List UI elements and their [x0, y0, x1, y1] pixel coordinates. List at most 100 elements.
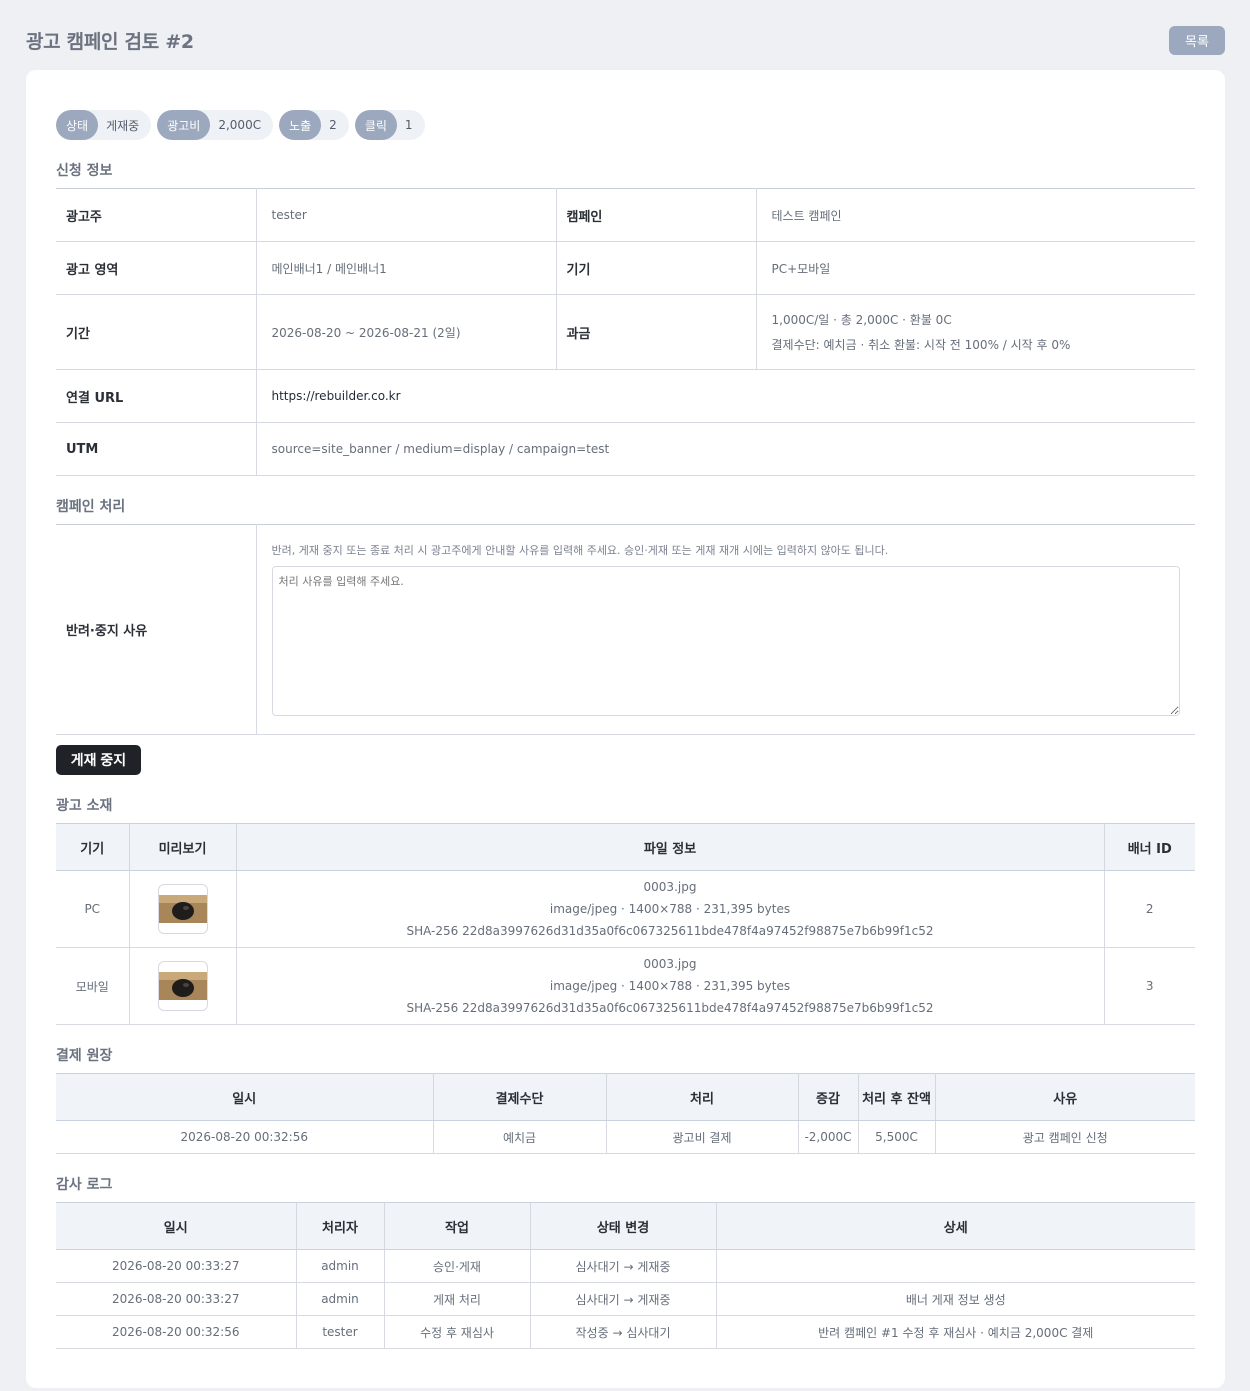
- review-card: 상태 게재중 광고비 2,000C 노출 2 클릭 1 신청 정보 광고주 te…: [26, 70, 1225, 1388]
- status-change-cell: 작성중 → 심사대기: [530, 1315, 717, 1349]
- badge-key: 광고비: [157, 110, 211, 140]
- billing-line: 1,000C/일 · 총 2,000C · 환불 0C: [771, 313, 952, 327]
- audit-section-title: 감사 로그: [56, 1177, 113, 1193]
- file-hash: SHA-256 22d8a3997626d31d35a0f6c067325611…: [406, 924, 934, 938]
- reason-hint: 반려, 게재 중지 또는 종료 처리 시 광고주에게 안내할 사유를 입력해 주…: [271, 544, 889, 557]
- reason-textarea[interactable]: [271, 566, 1180, 716]
- badge-value: 2,000C: [218, 118, 262, 132]
- file-meta: image/jpeg · 1400×788 · 231,395 bytes: [549, 979, 791, 993]
- reason-row: 반려·중지 사유 반려, 게재 중지 또는 종료 처리 시 광고주에게 안내할 …: [56, 524, 1195, 735]
- banner-id-cell: 3: [1104, 947, 1195, 1025]
- column-header: 처리 후 잔액: [858, 1073, 936, 1121]
- column-header: 파일 정보: [236, 823, 1105, 871]
- reason-cell: 반려, 게재 중지 또는 종료 처리 시 광고주에게 안내할 사유를 입력해 주…: [256, 524, 1195, 735]
- table-row: 2026-08-20 00:32:56 tester 수정 후 재심사 작성중 …: [56, 1315, 1195, 1349]
- utm-label: UTM: [56, 422, 257, 476]
- balance-cell: 5,500C: [858, 1120, 936, 1154]
- column-header: 처리: [606, 1073, 799, 1121]
- column-header: 상세: [716, 1202, 1195, 1250]
- device-cell: PC: [56, 870, 130, 948]
- audit-log-table: 일시 처리자 작업 상태 변경 상세 2026-08-20 00:33:27 a…: [56, 1202, 1195, 1349]
- column-header: 미리보기: [129, 823, 237, 871]
- campaign-label: 캠페인: [556, 188, 757, 242]
- advertiser-value: tester: [256, 188, 557, 242]
- device-cell: 모바일: [56, 947, 130, 1025]
- date-cell: 2026-08-20 00:33:27: [56, 1282, 297, 1316]
- preview-cell: [129, 870, 237, 948]
- url-label: 연결 URL: [56, 369, 257, 423]
- detail-cell: 배너 게재 정보 생성: [716, 1282, 1195, 1316]
- status-change-cell: 심사대기 → 게재중: [530, 1282, 717, 1316]
- preview-thumbnail[interactable]: [157, 961, 208, 1011]
- campaign-value: 테스트 캠페인: [756, 188, 1195, 242]
- status-badge: 상태 게재중: [56, 110, 152, 140]
- column-header: 처리자: [296, 1202, 385, 1250]
- url-link[interactable]: https://rebuilder.co.kr: [256, 369, 1195, 423]
- date-cell: 2026-08-20 00:32:56: [56, 1315, 297, 1349]
- actor-cell: admin: [296, 1282, 385, 1316]
- table-header: 기기 미리보기 파일 정보 배너 ID: [56, 823, 1195, 871]
- image-thumbnail-icon: [158, 972, 207, 1000]
- info-row: UTM source=site_banner / medium=display …: [56, 422, 1195, 476]
- column-header: 사유: [935, 1073, 1195, 1121]
- device-value: PC+모바일: [756, 241, 1195, 295]
- column-header: 작업: [384, 1202, 531, 1250]
- processing-section-title: 캠페인 처리: [56, 499, 126, 515]
- table-row: 2026-08-20 00:33:27 admin 승인·게재 심사대기 → 게…: [56, 1249, 1195, 1283]
- badge-value: 게재중: [106, 118, 140, 133]
- column-header: 증감: [798, 1073, 859, 1121]
- column-header: 상태 변경: [530, 1202, 717, 1250]
- image-thumbnail-icon: [158, 895, 207, 923]
- area-value: 메인배너1 / 메인배너1: [256, 241, 557, 295]
- column-header: 일시: [56, 1202, 297, 1250]
- reason-label: 반려·중지 사유: [56, 524, 257, 735]
- advertiser-label: 광고주: [56, 188, 257, 242]
- actor-cell: admin: [296, 1249, 385, 1283]
- page-title: 광고 캠페인 검토 #2: [26, 31, 194, 53]
- list-button[interactable]: 목록: [1169, 26, 1225, 55]
- detail-cell: [716, 1249, 1195, 1283]
- table-row: 모바일 0003.jpg image/jpeg · 1400×788 · 231…: [56, 947, 1195, 1025]
- detail-cell: 반려 캠페인 #1 수정 후 재심사 · 예치금 2,000C 결제: [716, 1315, 1195, 1349]
- stop-button[interactable]: 게재 중지: [56, 745, 141, 775]
- action-cell: 게재 처리: [384, 1282, 531, 1316]
- cost-badge: 광고비 2,000C: [157, 110, 274, 140]
- column-header: 기기: [56, 823, 130, 871]
- preview-thumbnail[interactable]: [157, 884, 208, 934]
- actor-cell: tester: [296, 1315, 385, 1349]
- impressions-badge: 노출 2: [279, 110, 349, 140]
- ledger-section-title: 결제 원장: [56, 1048, 113, 1064]
- area-label: 광고 영역: [56, 241, 257, 295]
- table-row: 2026-08-20 00:33:27 admin 게재 처리 심사대기 → 게…: [56, 1282, 1195, 1316]
- creatives-table: 기기 미리보기 파일 정보 배너 ID PC 0003.jpg image/jp…: [56, 823, 1195, 1025]
- date-cell: 2026-08-20 00:33:27: [56, 1249, 297, 1283]
- clicks-badge: 클릭 1: [354, 110, 425, 140]
- table-header: 일시 결제수단 처리 증감 처리 후 잔액 사유: [56, 1073, 1195, 1121]
- file-hash: SHA-256 22d8a3997626d31d35a0f6c067325611…: [406, 1001, 934, 1015]
- method-cell: 예치금: [433, 1120, 607, 1154]
- column-header: 배너 ID: [1104, 823, 1195, 871]
- creatives-section-title: 광고 소재: [56, 798, 113, 814]
- file-name: 0003.jpg: [643, 880, 697, 894]
- reason-cell: 광고 캠페인 신청: [935, 1120, 1195, 1154]
- delta-cell: -2,000C: [798, 1120, 859, 1154]
- badge-key: 클릭: [354, 110, 397, 140]
- date-cell: 2026-08-20 00:32:56: [56, 1120, 434, 1154]
- table-header: 일시 처리자 작업 상태 변경 상세: [56, 1202, 1195, 1250]
- status-badges: 상태 게재중 광고비 2,000C 노출 2 클릭 1: [56, 110, 425, 140]
- period-value: 2026-08-20 ~ 2026-08-21 (2일): [256, 294, 557, 370]
- table-row: 2026-08-20 00:32:56 예치금 광고비 결제 -2,000C 5…: [56, 1120, 1195, 1154]
- badge-key: 상태: [56, 110, 99, 140]
- ledger-table: 일시 결제수단 처리 증감 처리 후 잔액 사유 2026-08-20 00:3…: [56, 1073, 1195, 1154]
- billing-value: 1,000C/일 · 총 2,000C · 환불 0C 결제수단: 예치금 · …: [756, 294, 1195, 370]
- action-cell: 승인·게재: [384, 1249, 531, 1283]
- application-info-table: 광고주 tester 캠페인 테스트 캠페인 광고 영역 메인배너1 / 메인배…: [56, 188, 1195, 476]
- period-label: 기간: [56, 294, 257, 370]
- application-section-title: 신청 정보: [56, 163, 113, 179]
- file-info-cell: 0003.jpg image/jpeg · 1400×788 · 231,395…: [236, 947, 1105, 1025]
- info-row: 광고주 tester 캠페인 테스트 캠페인: [56, 188, 1195, 242]
- badge-value: 2: [329, 118, 337, 132]
- file-meta: image/jpeg · 1400×788 · 231,395 bytes: [549, 902, 791, 916]
- info-row: 연결 URL https://rebuilder.co.kr: [56, 369, 1195, 423]
- table-row: PC 0003.jpg image/jpeg · 1400×788 · 231,…: [56, 870, 1195, 948]
